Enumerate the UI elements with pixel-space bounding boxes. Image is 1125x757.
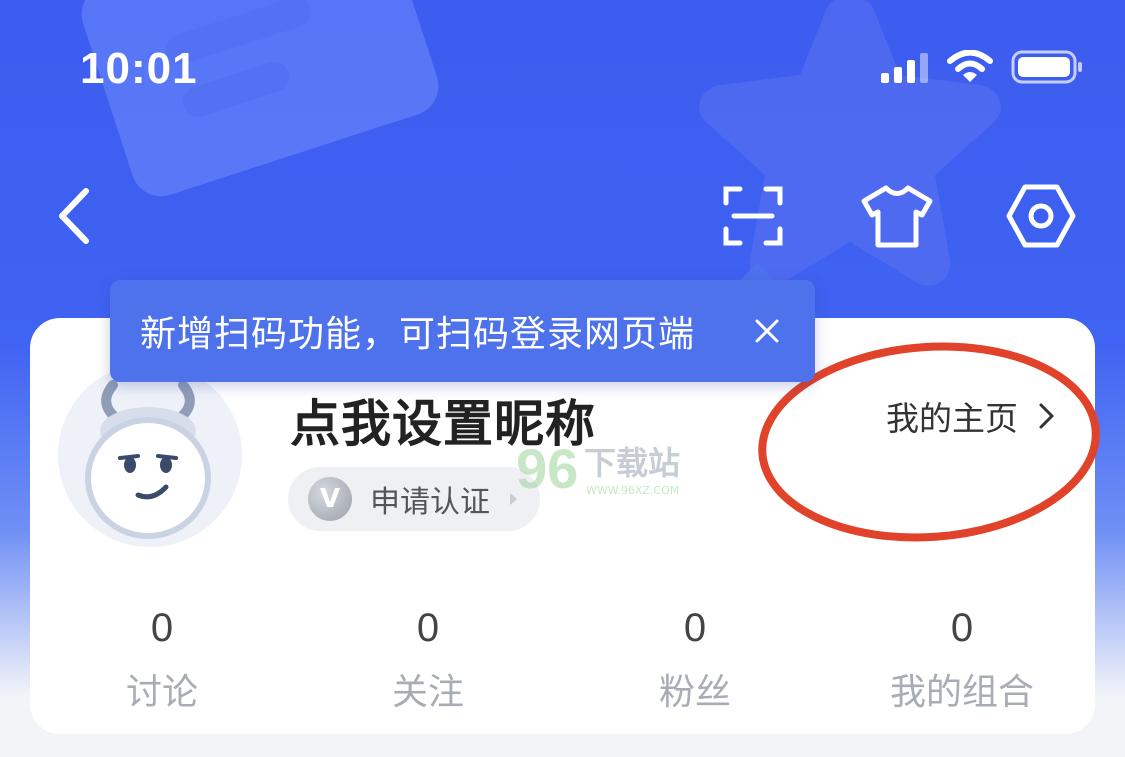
stat-following[interactable]: 0 关注 [328,606,528,715]
watermark: 96 下载站 WWW.96XZ.COM [516,436,686,502]
watermark-url: WWW.96XZ.COM [586,484,680,497]
avatar[interactable] [58,363,242,547]
stat-value: 0 [416,606,440,650]
verify-badge-icon: V [308,477,352,521]
stat-my-portfolios[interactable]: 0 我的组合 [862,606,1062,715]
stat-discussions[interactable]: 0 讨论 [62,606,262,715]
verify-label: 申请认证 [370,485,490,520]
stat-value: 0 [950,606,974,650]
battery-icon [1011,50,1082,84]
tooltip-arrow [740,262,774,281]
scan-feature-tooltip: 新增扫码功能，可扫码登录网页端 [110,280,815,382]
bull-avatar-icon [85,380,211,539]
stat-label: 讨论 [125,672,198,713]
shirt-icon[interactable] [860,183,934,249]
decorative-card [73,0,447,205]
status-time: 10:01 [80,44,198,93]
stat-value: 0 [150,606,174,650]
back-icon[interactable] [52,185,100,247]
watermark-text: 下载站 [584,444,681,482]
stat-value: 0 [683,606,707,650]
wifi-icon [947,50,993,82]
stat-label: 我的组合 [889,672,1034,713]
close-icon[interactable] [752,316,782,346]
stat-label: 关注 [391,672,464,713]
verify-button[interactable]: V 申请认证 [288,467,540,531]
scan-icon[interactable] [722,185,784,247]
svg-text:96: 96 [516,437,578,500]
tooltip-text: 新增扫码功能，可扫码登录网页端 [140,314,696,355]
decorative-star [699,0,1001,286]
signal-icon [881,53,928,83]
settings-icon[interactable] [1006,183,1076,249]
stat-label: 粉丝 [658,672,731,713]
stat-followers[interactable]: 0 粉丝 [595,606,795,715]
status-icons [881,50,1083,84]
